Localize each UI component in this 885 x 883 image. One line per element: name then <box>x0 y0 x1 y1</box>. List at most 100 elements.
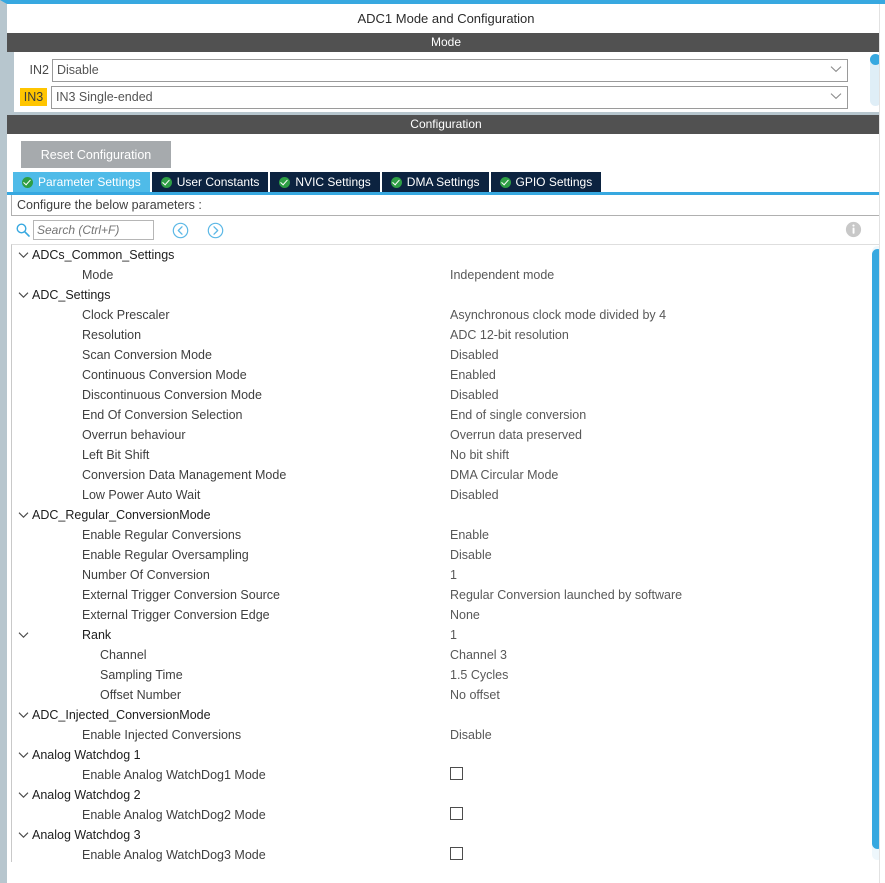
tree-item-row[interactable]: Enable Analog WatchDog2 Mode <box>12 805 885 825</box>
tree-item-row[interactable]: Continuous Conversion Mode Enabled <box>12 365 885 385</box>
tree-row-value[interactable]: Regular Conversion launched by software <box>450 588 885 602</box>
tree-item-row[interactable]: Discontinuous Conversion Mode Disabled <box>12 385 885 405</box>
chevron-down-icon[interactable] <box>16 711 30 719</box>
tree-group-row[interactable]: Analog Watchdog 2 <box>12 785 885 805</box>
tree-item-row[interactable]: Offset Number No offset <box>12 685 885 705</box>
tree-group-row[interactable]: Analog Watchdog 1 <box>12 745 885 765</box>
tree-row-label: Enable Regular Conversions <box>82 528 242 542</box>
parameter-tree: ADCs_Common_Settings Mode Independent mode… <box>11 244 885 862</box>
tree-row-value[interactable]: Asynchronous clock mode divided by 4 <box>450 308 885 322</box>
tree-group-row[interactable]: ADC_Regular_ConversionMode <box>12 505 885 525</box>
check-circle-icon <box>390 176 402 188</box>
search-next-button[interactable] <box>207 222 224 239</box>
tree-row-value[interactable]: No bit shift <box>450 448 885 462</box>
tree-row-value[interactable]: Enabled <box>450 368 885 382</box>
tree-row-label: External Trigger Conversion Edge <box>82 608 270 622</box>
chevron-down-icon[interactable] <box>16 791 30 799</box>
tree-group-row[interactable]: ADC_Injected_ConversionMode <box>12 705 885 725</box>
tree-row-value[interactable]: End of single conversion <box>450 408 885 422</box>
tree-group-row[interactable]: Rank 1 <box>12 625 885 645</box>
chevron-down-icon[interactable] <box>16 631 30 639</box>
tree-row-label: Enable Analog WatchDog1 Mode <box>82 768 266 782</box>
tree-item-row[interactable]: Conversion Data Management Mode DMA Circu… <box>12 465 885 485</box>
tree-item-row[interactable]: Number Of Conversion 1 <box>12 565 885 585</box>
tree-item-row[interactable]: External Trigger Conversion Source Regula… <box>12 585 885 605</box>
tree-item-row[interactable]: Enable Regular Conversions Enable <box>12 525 885 545</box>
checkbox[interactable] <box>450 807 463 820</box>
tree-group-row[interactable]: ADC_Settings <box>12 285 885 305</box>
tree-row-value[interactable]: Channel 3 <box>450 648 885 662</box>
tree-row-value[interactable]: Disabled <box>450 388 885 402</box>
info-icon[interactable] <box>845 221 862 238</box>
tree-item-row[interactable]: End Of Conversion Selection End of single… <box>12 405 885 425</box>
tree-row-value[interactable]: Disable <box>450 728 885 742</box>
chevron-down-icon[interactable] <box>16 511 30 519</box>
chevron-down-icon[interactable] <box>16 751 30 759</box>
tree-item-row[interactable]: Overrun behaviour Overrun data preserved <box>12 425 885 445</box>
checkbox[interactable] <box>450 767 463 780</box>
tree-group-row[interactable]: ADCs_Common_Settings <box>12 245 885 265</box>
mode-panel: IN2 Disable IN3 IN3 Single-ended <box>7 52 885 115</box>
mode-select-extra[interactable] <box>51 113 848 116</box>
tab-user-constants[interactable]: User Constants <box>151 172 269 192</box>
chevron-down-icon[interactable] <box>16 291 30 299</box>
tree-item-row[interactable]: Resolution ADC 12-bit resolution <box>12 325 885 345</box>
tree-row-value[interactable]: Independent mode <box>450 268 885 282</box>
chevron-down-icon[interactable] <box>16 251 30 259</box>
mode-select-in3[interactable]: IN3 Single-ended <box>51 85 848 109</box>
mode-select-in2[interactable]: Disable <box>52 58 848 82</box>
tree-row-value[interactable]: Disabled <box>450 488 885 502</box>
tree-item-row[interactable]: Mode Independent mode <box>12 265 885 285</box>
tree-row-value[interactable]: ADC 12-bit resolution <box>450 328 885 342</box>
tree-group-row[interactable]: Analog Watchdog 3 <box>12 825 885 845</box>
reset-configuration-button[interactable]: Reset Configuration <box>21 141 171 168</box>
tree-row-value[interactable]: 1.5 Cycles <box>450 668 885 682</box>
tree-item-row[interactable]: External Trigger Conversion Edge None <box>12 605 885 625</box>
tab-parameter-settings[interactable]: Parameter Settings <box>13 172 150 192</box>
tree-item-row[interactable]: Enable Analog WatchDog3 Mode <box>12 845 885 862</box>
tree-row-label: ADC_Injected_ConversionMode <box>32 708 211 722</box>
tree-item-row[interactable]: Enable Injected Conversions Disable <box>12 725 885 745</box>
tree-row-value <box>450 767 885 783</box>
tab-label: Parameter Settings <box>38 175 141 189</box>
tree-row-value[interactable]: DMA Circular Mode <box>450 468 885 482</box>
checkbox[interactable] <box>450 847 463 860</box>
search-input[interactable] <box>34 223 153 237</box>
tree-item-row[interactable]: Enable Analog WatchDog1 Mode <box>12 765 885 785</box>
mode-select-value: Disable <box>57 63 99 77</box>
check-circle-icon <box>499 176 511 188</box>
chevron-down-icon[interactable] <box>825 64 847 76</box>
configuration-panel: Reset Configuration Parameter Settings Us… <box>7 134 885 862</box>
search-previous-button[interactable] <box>172 222 189 239</box>
tree-item-row[interactable]: Channel Channel 3 <box>12 645 885 665</box>
tree-row-value[interactable]: Disable <box>450 548 885 562</box>
tree-item-row[interactable]: Low Power Auto Wait Disabled <box>12 485 885 505</box>
tree-item-row[interactable]: Sampling Time 1.5 Cycles <box>12 665 885 685</box>
tree-row-value[interactable]: Enable <box>450 528 885 542</box>
tab-label: NVIC Settings <box>295 175 371 189</box>
tree-row-value[interactable]: None <box>450 608 885 622</box>
tree-row-value[interactable]: 1 <box>450 568 885 582</box>
tree-item-row[interactable]: Scan Conversion Mode Disabled <box>12 345 885 365</box>
tree-row-value[interactable]: Overrun data preserved <box>450 428 885 442</box>
tree-item-row[interactable]: Clock Prescaler Asynchronous clock mode d… <box>12 305 885 325</box>
chevron-down-icon[interactable] <box>16 831 30 839</box>
tree-row-value[interactable]: No offset <box>450 688 885 702</box>
tree-row-label: Continuous Conversion Mode <box>82 368 247 382</box>
tree-item-row[interactable]: Left Bit Shift No bit shift <box>12 445 885 465</box>
tree-row-value[interactable]: Disabled <box>450 348 885 362</box>
page-title: ADC1 Mode and Configuration <box>7 4 885 33</box>
tab-dma-settings[interactable]: DMA Settings <box>381 172 489 192</box>
chevron-down-icon[interactable] <box>825 91 847 103</box>
mode-row-label: IN3 <box>20 88 47 106</box>
search-box[interactable] <box>33 220 154 240</box>
tab-nvic-settings[interactable]: NVIC Settings <box>270 172 380 192</box>
tree-item-row[interactable]: Enable Regular Oversampling Disable <box>12 545 885 565</box>
tab-gpio-settings[interactable]: GPIO Settings <box>490 172 602 192</box>
adc-configuration-window: ADC1 Mode and Configuration Mode IN2 Disa… <box>0 0 885 883</box>
mode-section-header: Mode <box>7 33 885 52</box>
reset-row: Reset Configuration <box>7 134 885 175</box>
tree-row-label: Channel <box>100 648 147 662</box>
search-icon <box>15 222 31 238</box>
configuration-section-header: Configuration <box>7 115 885 134</box>
